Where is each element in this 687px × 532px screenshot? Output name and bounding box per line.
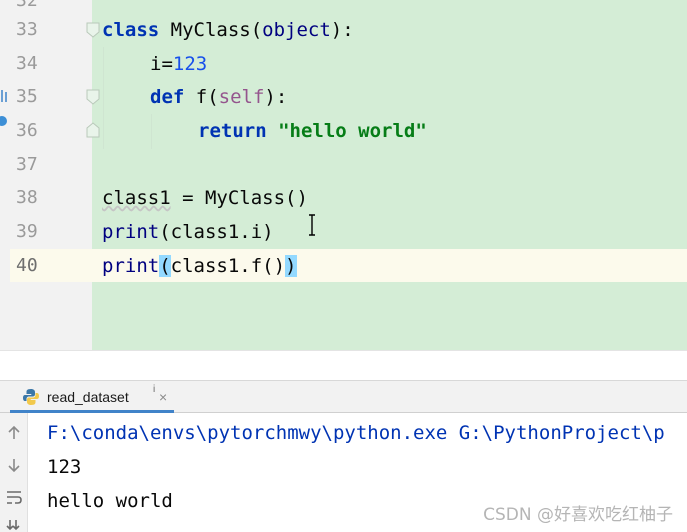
- line-number: 33: [16, 19, 38, 40]
- code-line-40[interactable]: print(class1.f()): [102, 249, 297, 283]
- constructor-call: = MyClass(): [170, 187, 308, 209]
- watermark: CSDN @好喜欢吃红柚子: [483, 500, 673, 525]
- run-tab[interactable]: read_dataset i ×: [10, 381, 174, 413]
- number-literal: 123: [172, 53, 208, 75]
- attribute-assign: i=: [150, 53, 173, 75]
- code-line-38[interactable]: class1 = MyClass(): [102, 181, 308, 215]
- code-line-36[interactable]: return "hello world": [198, 114, 427, 148]
- code-line-33[interactable]: class MyClass(object):: [102, 13, 354, 47]
- run-tab-label: read_dataset: [47, 389, 129, 405]
- string-literal: "hello world": [278, 120, 427, 142]
- code-line-39[interactable]: print(class1.i): [102, 215, 274, 249]
- editor-left-strip: [0, 0, 10, 350]
- class-name: MyClass(: [159, 19, 263, 41]
- run-tool-window-header: read_dataset i ×: [0, 380, 687, 413]
- paren-match-close: ): [285, 255, 297, 277]
- keyword-return: return: [198, 120, 267, 142]
- fold-open-icon[interactable]: [86, 22, 100, 38]
- base-class: object: [262, 19, 331, 41]
- arrow-down-icon[interactable]: [4, 455, 24, 475]
- code-line-35[interactable]: def f(self):: [150, 80, 287, 114]
- line-number: 34: [16, 53, 38, 74]
- line-number: 35: [16, 86, 38, 107]
- python-icon: [22, 388, 40, 406]
- line-number: 39: [16, 221, 38, 242]
- fold-end-icon[interactable]: [86, 122, 100, 138]
- keyword-class: class: [102, 19, 160, 41]
- arrow-up-icon[interactable]: [4, 423, 24, 443]
- method-name: f(: [184, 86, 219, 108]
- line-number: 36: [16, 120, 38, 141]
- code-editor[interactable]: 32 33 34 35 36 37 38 39 40 class MyClass…: [0, 0, 687, 350]
- keyword-def: def: [150, 86, 185, 108]
- indent-guide: [151, 114, 152, 149]
- code-punct: ):: [264, 86, 288, 108]
- self-param: self: [218, 86, 265, 108]
- console-output-line: hello world: [47, 490, 173, 512]
- code-punct: ):: [330, 19, 354, 41]
- builtin-print: print: [102, 221, 160, 243]
- line-number: 38: [16, 187, 38, 208]
- fold-open-icon[interactable]: [86, 89, 100, 105]
- console-command-line: F:\conda\envs\pytorchmwy\python.exe G:\P…: [47, 422, 665, 444]
- paren-match-open: (: [159, 255, 171, 277]
- panel-separator: [0, 350, 687, 380]
- indent-guide: [103, 47, 104, 149]
- implemented-marker-icon[interactable]: [0, 113, 8, 129]
- soft-wrap-icon[interactable]: [4, 487, 24, 507]
- mouse-ibeam-cursor-icon: [307, 214, 317, 236]
- line-number: 37: [16, 154, 38, 175]
- builtin-print: print: [102, 255, 160, 277]
- console-toolbar: [0, 413, 28, 532]
- console-output-line: 123: [47, 456, 82, 478]
- close-tab-icon[interactable]: ×: [159, 389, 167, 405]
- variable-name: class1: [102, 187, 171, 209]
- tab-pin-marker: i: [153, 384, 156, 395]
- scroll-to-end-icon[interactable]: [4, 517, 24, 532]
- line-number-current: 40: [16, 255, 38, 276]
- print-args: class1.f(): [170, 255, 286, 277]
- code-line-34[interactable]: i=123: [150, 47, 207, 81]
- override-marker-icon[interactable]: [0, 88, 8, 104]
- print-args: (class1.i): [159, 221, 274, 243]
